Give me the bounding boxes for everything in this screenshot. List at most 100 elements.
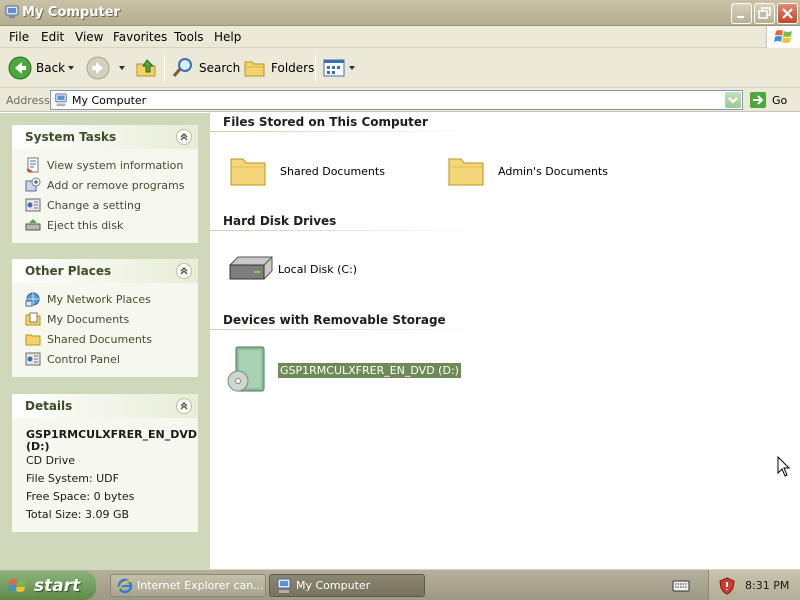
title-bar[interactable]: My Computer [0,0,800,26]
content-area: Files Stored on This Computer Shared Doc… [210,113,800,569]
maximize-icon [758,7,771,19]
system-tray: 8:31 PM [708,570,800,600]
go-label: Go [772,93,788,107]
folders-button[interactable]: Folders [243,55,314,81]
other-places-collapse-button[interactable] [176,263,192,279]
views-icon [323,59,345,77]
window-title: My Computer [22,5,120,20]
place-my-network-places[interactable]: My Network Places [25,291,151,307]
folders-icon [244,61,265,77]
details-file-system: File System: UDF [26,472,119,485]
security-shield-icon[interactable] [719,577,735,595]
add-remove-icon [25,177,41,192]
back-arrow-icon [8,56,32,80]
group-divider [210,131,480,132]
keyboard-icon[interactable] [672,578,690,592]
folder-icon [25,334,41,346]
search-icon [172,58,192,77]
start-label: start [34,575,81,596]
network-icon [25,292,40,307]
close-icon [782,8,793,19]
details-total-size: Total Size: 3.09 GB [26,508,130,521]
chevron-up-icon [180,133,188,141]
dvd-drive-icon [227,346,265,392]
menu-favorites[interactable]: Favorites [113,30,167,44]
my-computer-icon [4,5,20,21]
system-tasks-collapse-button[interactable] [176,129,192,145]
group-files-stored-title: Files Stored on This Computer [223,115,428,129]
chevron-up-icon [180,267,188,275]
address-bar: Address My Computer Go [0,88,800,112]
details-collapse-button[interactable] [176,398,192,414]
system-info-icon [26,157,39,173]
menu-help[interactable]: Help [214,30,241,44]
documents-icon [25,312,41,326]
task-change-setting[interactable]: Change a setting [25,197,141,213]
up-folder-button[interactable] [135,55,159,81]
clock[interactable]: 8:31 PM [745,579,789,592]
menu-view[interactable]: View [75,30,103,44]
forward-dropdown-icon[interactable] [119,66,125,70]
minimize-icon [737,16,744,18]
item-shared-documents[interactable]: Shared Documents [228,151,385,191]
taskbar-item-my-computer[interactable]: My Computer [269,574,425,597]
task-pane: System Tasks View system information Add… [0,113,210,569]
internet-explorer-icon [117,578,133,593]
task-view-system-info[interactable]: View system information [25,157,183,173]
close-button[interactable] [777,3,798,24]
details-title: Details [25,399,73,413]
system-tasks-title: System Tasks [25,130,117,144]
address-field[interactable]: My Computer [50,90,743,110]
item-dvd-drive-d[interactable]: GSP1RMCULXFRER_EN_DVD (D:) [226,345,462,395]
up-folder-icon [136,59,156,77]
mouse-cursor-icon [777,456,791,477]
go-arrow-icon [750,92,766,108]
other-places-header[interactable]: Other Places [12,259,198,283]
back-dropdown-icon[interactable] [68,66,74,70]
item-admins-documents[interactable]: Admin's Documents [446,151,608,191]
task-eject-disk[interactable]: Eject this disk [25,217,123,233]
views-dropdown-icon[interactable] [349,66,355,70]
forward-button[interactable] [86,55,110,81]
menu-bar: File Edit View Favorites Tools Help [0,26,800,48]
system-tasks-header[interactable]: System Tasks [12,125,198,149]
task-add-remove-programs[interactable]: Add or remove programs [25,177,185,193]
start-button[interactable]: start [0,571,96,600]
group-divider [210,329,480,330]
search-label: Search [199,61,241,75]
system-tasks-panel: System Tasks View system information Add… [12,125,198,243]
item-local-disk-c[interactable]: Local Disk (C:) [226,251,357,287]
details-type: CD Drive [26,454,75,467]
menu-tools[interactable]: Tools [174,30,204,44]
search-button[interactable]: Search [171,55,240,81]
back-label: Back [36,61,66,75]
minimize-button[interactable] [731,3,752,24]
menu-file[interactable]: File [9,30,29,44]
maximize-button[interactable] [754,3,775,24]
windows-flag-icon [8,578,26,592]
place-shared-documents[interactable]: Shared Documents [25,331,152,347]
other-places-panel: Other Places My Network Places My Docume… [12,259,198,377]
menu-edit[interactable]: Edit [41,30,64,44]
chevron-down-icon [728,97,738,104]
hard-disk-icon [229,256,273,280]
place-control-panel[interactable]: Control Panel [25,351,120,367]
group-divider [210,230,480,231]
folder-icon [448,158,484,186]
windows-flag-icon [766,26,800,48]
my-computer-icon [277,578,291,593]
address-value: My Computer [72,94,147,107]
my-computer-icon [54,93,68,110]
back-button[interactable]: Back [8,55,65,81]
go-button[interactable]: Go [749,91,787,109]
toolbar: Back Search Folders [0,48,800,88]
address-dropdown-button[interactable] [725,92,741,108]
control-panel-icon [25,198,41,212]
forward-arrow-icon [86,56,110,80]
taskbar-item-internet-explorer[interactable]: Internet Explorer can... [110,574,266,597]
group-removable-title: Devices with Removable Storage [223,313,446,327]
details-header[interactable]: Details [12,394,198,418]
place-my-documents[interactable]: My Documents [25,311,129,327]
other-places-title: Other Places [25,264,112,278]
views-button[interactable] [322,55,346,81]
